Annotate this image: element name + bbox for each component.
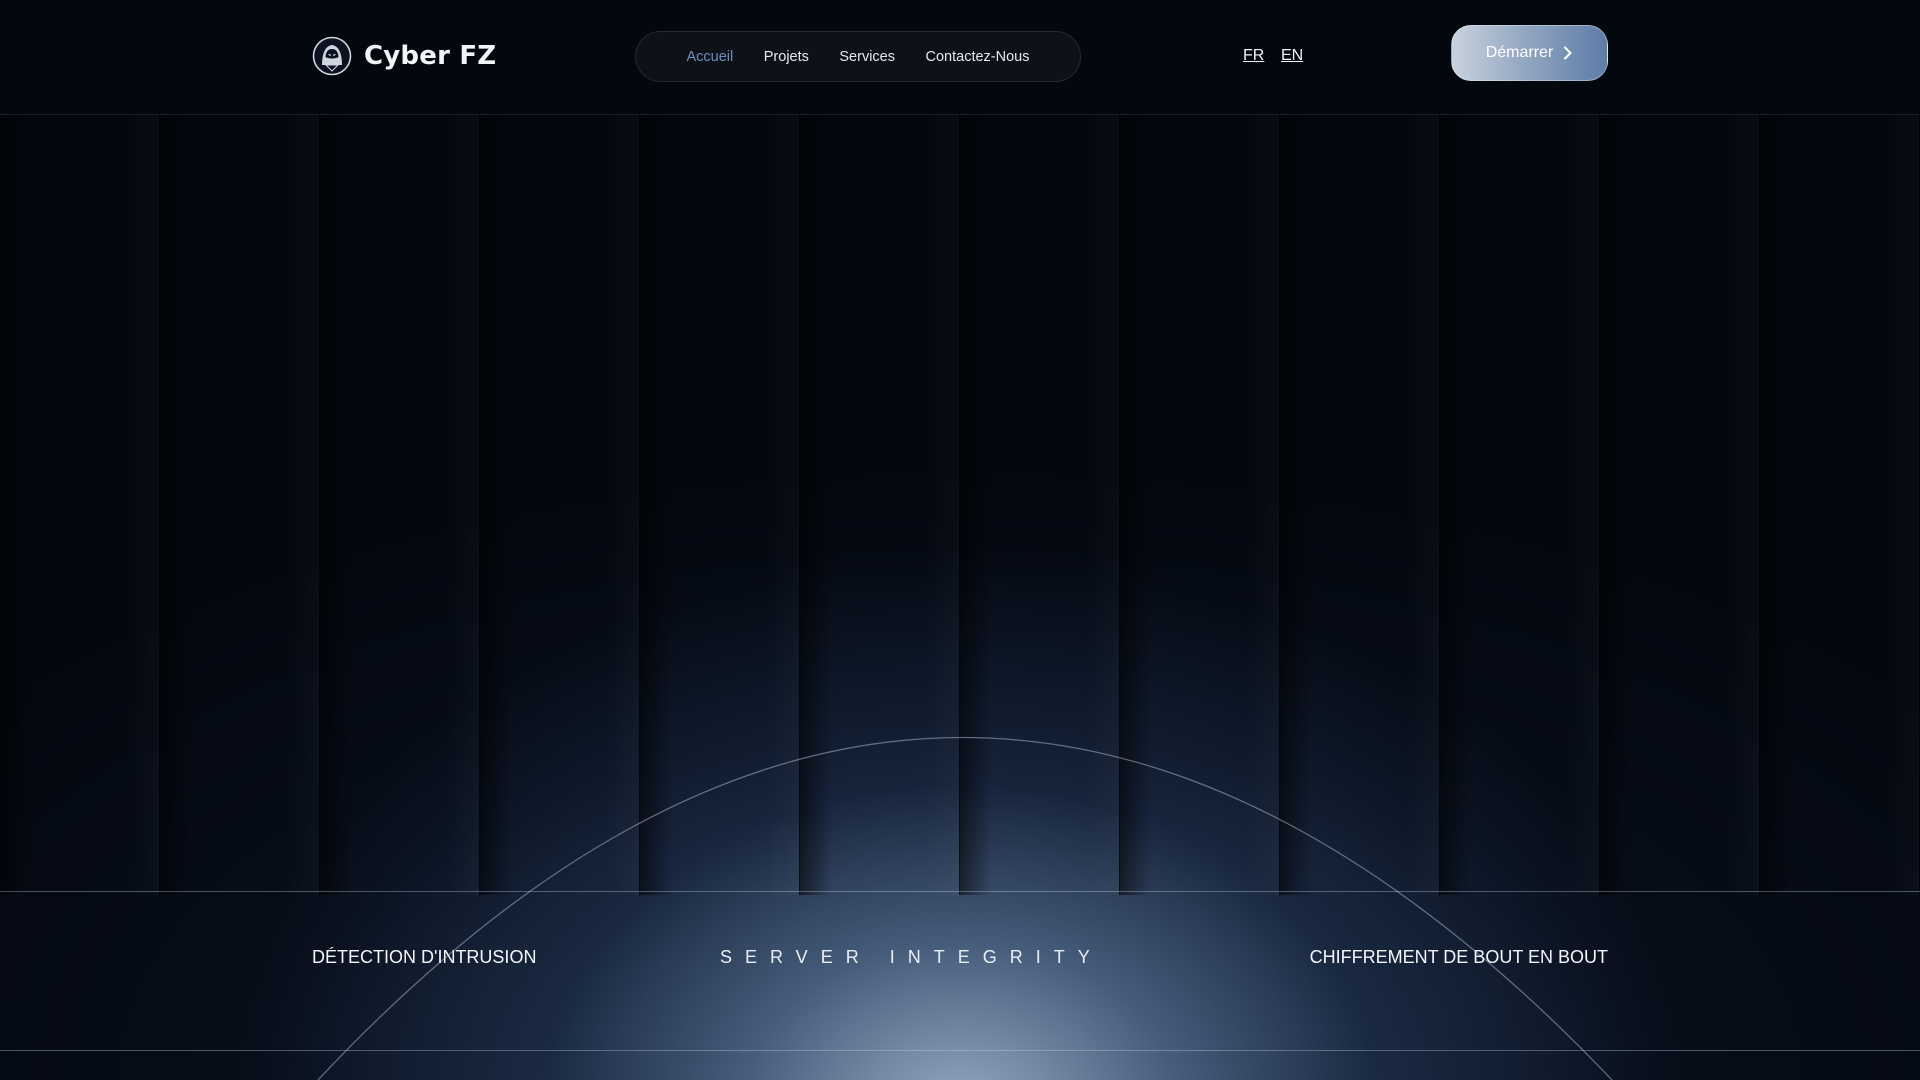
band-divider-bottom	[0, 1050, 1920, 1051]
feature-end-to-end-encryption: CHIFFREMENT DE BOUT EN BOUT	[1309, 947, 1608, 967]
nav-item-projets[interactable]: Projets	[764, 49, 809, 65]
start-button[interactable]: Démarrer	[1451, 25, 1608, 81]
language-fr-link[interactable]: FR	[1243, 47, 1264, 65]
page: Cyber FZ Accueil Projets Services Contac…	[0, 0, 1920, 1080]
language-en-link[interactable]: EN	[1281, 47, 1303, 65]
band-divider-top	[0, 891, 1920, 892]
feature-server-integrity: SERVER INTEGRITY	[720, 947, 1103, 967]
nav-item-contact[interactable]: Contactez-Nous	[926, 49, 1030, 65]
site-header: Cyber FZ Accueil Projets Services Contac…	[0, 0, 1920, 115]
main-nav: Accueil Projets Services Contactez-Nous	[635, 31, 1081, 82]
brand-logo[interactable]: Cyber FZ	[312, 36, 496, 76]
start-button-label: Démarrer	[1485, 44, 1554, 61]
nav-item-services[interactable]: Services	[839, 49, 895, 65]
brand-name: Cyber FZ	[364, 41, 497, 71]
background-stripes	[0, 115, 1920, 895]
feature-intrusion-detection: DÉTECTION D'INTRUSION	[312, 947, 537, 967]
chevron-right-icon	[1564, 46, 1572, 60]
nav-item-accueil[interactable]: Accueil	[687, 49, 734, 65]
hooded-hacker-icon	[312, 36, 352, 76]
background-glow	[0, 0, 1920, 1080]
decorative-arc	[317, 736, 1613, 1080]
